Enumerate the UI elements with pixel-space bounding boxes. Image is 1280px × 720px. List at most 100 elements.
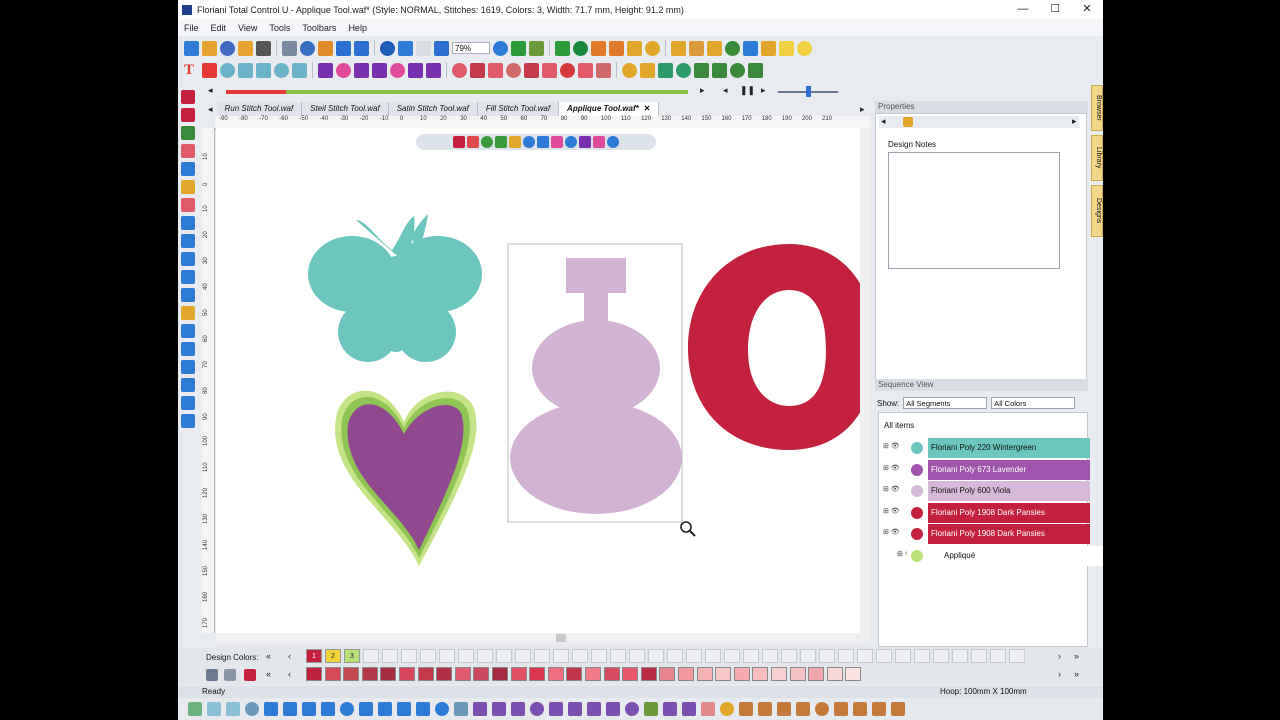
stitch-tool-11-icon[interactable] — [378, 702, 392, 716]
empty-color-slot[interactable] — [572, 649, 588, 663]
play-icon[interactable]: ▸ — [761, 85, 766, 96]
stitch-tool-18-icon[interactable] — [511, 702, 525, 716]
palette-color-swatch[interactable] — [826, 667, 843, 681]
toolbar-tool-7-icon[interactable] — [300, 40, 315, 56]
empty-color-slot[interactable] — [781, 649, 797, 663]
toolbar-tool-25-icon[interactable] — [689, 40, 704, 56]
segments-select[interactable]: All Segments — [903, 397, 988, 409]
empty-color-slot[interactable] — [401, 649, 417, 663]
stitch-tool-26-icon[interactable] — [663, 702, 677, 716]
maximize-button[interactable]: ☐ — [1039, 0, 1071, 19]
design-color-swatch[interactable]: 1 — [306, 649, 322, 663]
left-tool-1-icon[interactable] — [181, 90, 195, 104]
palette-color-swatch[interactable] — [585, 667, 601, 681]
toolbar-tool-9-icon[interactable] — [336, 40, 351, 56]
stitch-tool-36-icon[interactable] — [853, 702, 867, 716]
design-colors-first-icon[interactable]: « — [266, 651, 271, 661]
left-tool-8-icon[interactable] — [181, 216, 195, 230]
sequence-row[interactable]: ⊞ 👁 Floriani Poly 1908 Dark Pansies — [883, 502, 1090, 523]
palette-color-swatch[interactable] — [566, 667, 583, 681]
properties-scroll-left-icon[interactable]: ◂ — [881, 116, 886, 127]
heart-shape[interactable] — [335, 390, 477, 566]
stitch-tool-33-icon[interactable] — [796, 702, 810, 716]
speed-slider-thumb[interactable] — [806, 86, 811, 97]
close-button[interactable]: ✕ — [1071, 0, 1103, 19]
toolbar-tool-8-icon[interactable] — [318, 40, 333, 56]
tools-tool-20-icon[interactable] — [560, 62, 575, 78]
tools-tool-16-icon[interactable] — [488, 62, 503, 78]
row-visibility-icon[interactable]: ⊞ 👁 — [883, 528, 903, 540]
design-color-swatch[interactable]: 3 — [344, 649, 360, 663]
palette-color-swatch[interactable] — [492, 667, 508, 681]
stitch-tool-5-icon[interactable] — [264, 702, 278, 716]
left-tool-5-icon[interactable] — [181, 162, 195, 176]
palette-color-swatch[interactable] — [547, 667, 564, 681]
left-tool-15-icon[interactable] — [181, 342, 195, 356]
stitch-tool-3-icon[interactable] — [226, 702, 240, 716]
palette-color-swatch[interactable] — [306, 667, 322, 681]
stitch-tool-24-icon[interactable] — [625, 702, 639, 716]
side-tab-designs[interactable]: Designs — [1091, 185, 1103, 237]
palette-color-swatch[interactable] — [380, 667, 397, 681]
empty-color-slot[interactable] — [496, 649, 512, 663]
toolbar-tool-12-icon[interactable] — [398, 40, 413, 56]
palette-color-swatch[interactable] — [659, 667, 676, 681]
left-tool-3-icon[interactable] — [181, 126, 195, 140]
current-color-icon[interactable] — [244, 669, 256, 681]
play-forward-icon[interactable]: ▸ — [700, 85, 705, 96]
stitch-tool-14-icon[interactable] — [435, 702, 449, 716]
stitch-tool-15-icon[interactable] — [454, 702, 468, 716]
stitch-tool-2-icon[interactable] — [207, 702, 221, 716]
left-tool-19-icon[interactable] — [181, 414, 195, 428]
empty-color-slot[interactable] — [439, 649, 455, 663]
toolbar-tool-20-icon[interactable] — [591, 40, 606, 56]
toolbar-tool-14-icon[interactable] — [434, 40, 449, 56]
empty-color-slot[interactable] — [933, 649, 949, 663]
palette-color-swatch[interactable] — [510, 667, 527, 681]
palette-color-swatch[interactable] — [473, 667, 490, 681]
empty-color-slot[interactable] — [857, 649, 873, 663]
design-colors-last-icon[interactable]: » — [1074, 651, 1079, 661]
toolbar-tool-10-icon[interactable] — [354, 40, 369, 56]
toolbar-tool-15-icon[interactable] — [493, 40, 508, 56]
left-tool-14-icon[interactable] — [181, 324, 195, 338]
left-tool-18-icon[interactable] — [181, 396, 195, 410]
palette-color-swatch[interactable] — [454, 667, 471, 681]
tools-tool-1-icon[interactable] — [202, 62, 217, 78]
stitch-tool-35-icon[interactable] — [834, 702, 848, 716]
tools-tool-11-icon[interactable] — [390, 62, 405, 78]
toolbar-tool-21-icon[interactable] — [609, 40, 624, 56]
empty-color-slot[interactable] — [610, 649, 626, 663]
row-visibility-icon[interactable]: ⊞ 👁 — [883, 464, 903, 476]
stitch-tool-21-icon[interactable] — [568, 702, 582, 716]
empty-color-slot[interactable] — [952, 649, 968, 663]
colors-select[interactable]: All Colors — [991, 397, 1076, 409]
sequence-row[interactable]: ⊞ 👁 Floriani Poly 600 Viola — [883, 481, 1090, 501]
tools-tool-15-icon[interactable] — [470, 62, 485, 78]
menu-toolbars[interactable]: Toolbars — [296, 23, 342, 33]
left-tool-17-icon[interactable] — [181, 378, 195, 392]
left-tool-16-icon[interactable] — [181, 360, 195, 374]
stitch-tool-30-icon[interactable] — [739, 702, 753, 716]
palette-color-swatch[interactable] — [361, 667, 378, 681]
palette-color-swatch[interactable] — [845, 667, 862, 681]
palette-color-swatch[interactable] — [436, 667, 453, 681]
tools-tool-14-icon[interactable] — [452, 62, 467, 78]
tools-tool-28-icon[interactable] — [712, 62, 727, 78]
stitch-tool-4-icon[interactable] — [245, 702, 259, 716]
toolbar-tool-2-icon[interactable] — [202, 40, 217, 56]
toolbar-tool-6-icon[interactable] — [282, 40, 297, 56]
tools-tool-6-icon[interactable] — [292, 62, 307, 78]
tools-tool-25-icon[interactable] — [658, 62, 673, 78]
stitch-tool-23-icon[interactable] — [606, 702, 620, 716]
toolbar-tool-19-icon[interactable] — [573, 40, 588, 56]
minimize-button[interactable]: — — [1007, 0, 1039, 19]
toolbar-tool-24-icon[interactable] — [671, 40, 686, 56]
empty-color-slot[interactable] — [819, 649, 835, 663]
stitch-progress-bar[interactable] — [226, 90, 688, 94]
palette-color-swatch[interactable] — [678, 667, 694, 681]
design-colors-next-icon[interactable]: › — [1058, 651, 1061, 661]
row-visibility-icon[interactable]: ⊞ 👁 — [883, 485, 903, 497]
empty-color-slot[interactable] — [420, 649, 436, 663]
empty-color-slot[interactable] — [724, 649, 740, 663]
